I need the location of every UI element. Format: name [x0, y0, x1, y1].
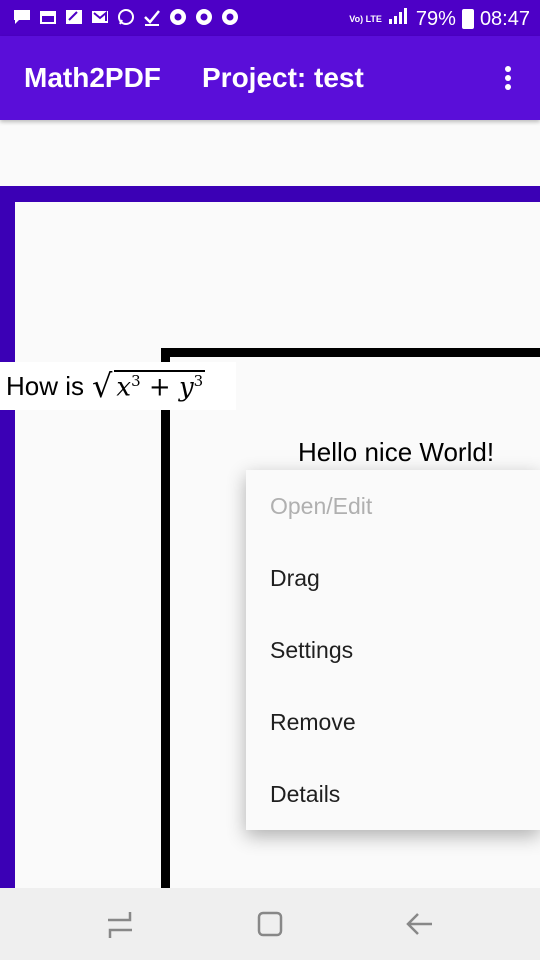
signal-icon	[388, 7, 410, 31]
overflow-menu-button[interactable]	[496, 62, 520, 94]
menu-item-open-edit: Open/Edit	[270, 492, 373, 519]
whatsapp-icon	[116, 8, 136, 26]
back-icon[interactable]	[402, 906, 438, 942]
calendar-icon	[38, 8, 58, 26]
menu-item-drag[interactable]: Drag	[246, 542, 540, 614]
context-menu: Open/Edit Drag Settings Remove Details	[246, 470, 540, 830]
dot-icon	[505, 84, 511, 90]
clock: 08:47	[479, 7, 530, 30]
chrome-icon	[220, 8, 240, 26]
status-right: Vo) LTE 79% 08:47	[349, 7, 530, 31]
greeting-text[interactable]: Hello nice World!	[298, 437, 494, 468]
home-icon[interactable]	[252, 906, 288, 942]
recents-icon[interactable]	[102, 906, 138, 942]
gmail-icon	[90, 8, 110, 26]
menu-item-remove[interactable]: Remove	[246, 686, 540, 758]
chrome-icon	[168, 8, 188, 26]
formula-plus: +	[148, 372, 171, 403]
menu-item-settings[interactable]: Settings	[246, 614, 540, 686]
formula-x: x	[116, 372, 132, 403]
volte-lte-indicator: Vo) LTE	[349, 13, 382, 24]
app-bar: Math2PDF Project: test	[0, 36, 540, 120]
square-root-icon: √	[92, 367, 113, 405]
dot-icon	[505, 75, 511, 81]
app-title: Math2PDF	[24, 62, 161, 93]
formula: √ x3 + y3	[92, 367, 206, 405]
formula-y-exponent: 3	[193, 371, 204, 390]
check-icon	[142, 8, 162, 26]
formula-radicand: x3 + y3	[114, 369, 206, 403]
navigation-bar	[0, 888, 540, 960]
message-icon	[12, 8, 32, 26]
menu-item-details[interactable]: Details	[246, 758, 540, 830]
project-title: Project: test	[202, 62, 364, 93]
formula-y: y	[178, 372, 194, 403]
battery-percent: 79%	[415, 7, 456, 30]
question-text: How is	[6, 370, 85, 401]
status-bar: Vo) LTE 79% 08:47	[0, 0, 540, 36]
dot-icon	[505, 66, 511, 72]
notification-icons	[12, 8, 240, 26]
formula-x-exponent: 3	[131, 371, 141, 390]
chrome-icon	[194, 8, 214, 26]
battery-icon	[461, 9, 474, 29]
question-block[interactable]: How is √ x3 + y3	[0, 362, 236, 410]
sticky-note-icon	[64, 8, 84, 26]
